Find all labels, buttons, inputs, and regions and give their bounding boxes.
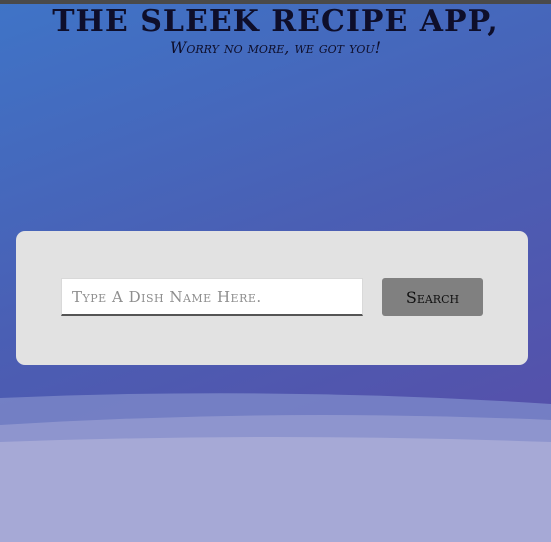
search-button[interactable]: Search (382, 278, 483, 316)
search-card: Search (16, 231, 528, 365)
app-subtitle: Worry no more, we got you! (169, 38, 382, 57)
wave-front (0, 437, 551, 542)
dish-search-input[interactable] (61, 278, 363, 316)
app-title: THE SLEEK RECIPE APP, (52, 4, 499, 39)
decorative-waves (0, 393, 551, 542)
